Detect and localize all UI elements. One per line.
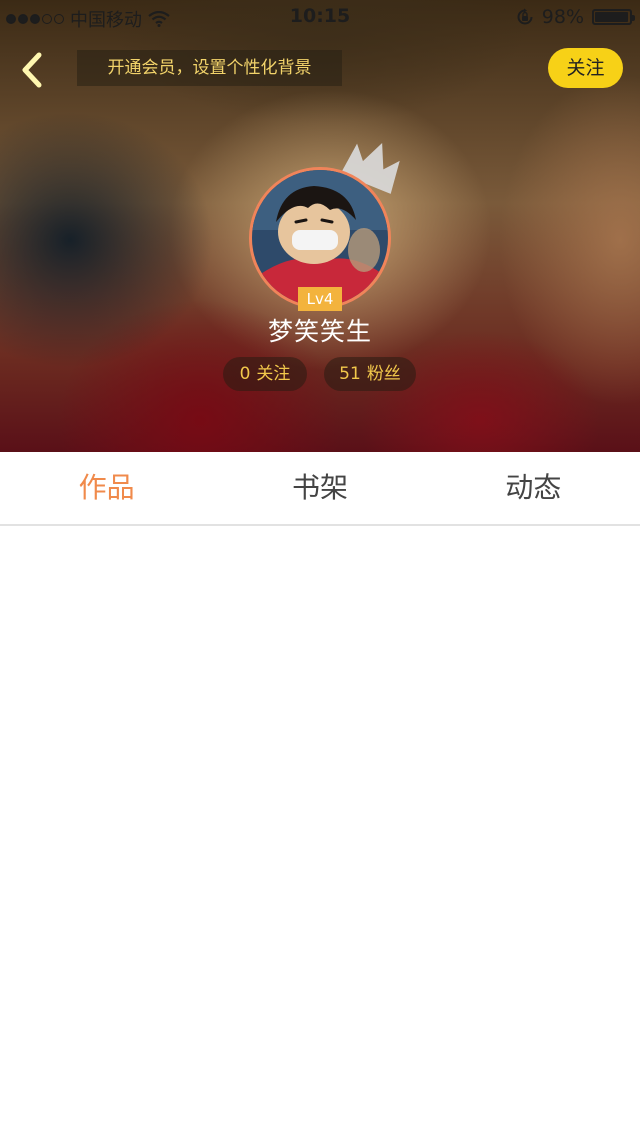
tab-bookshelf[interactable]: 书架 bbox=[213, 452, 426, 524]
following-count: 0 bbox=[239, 364, 251, 384]
avatar-image bbox=[252, 170, 388, 306]
following-label: 关注 bbox=[256, 364, 291, 384]
profile-header: 中国移动 10:15 98% 开通会员，设置个性化背景 关注 Lv4 梦笑笑生 … bbox=[0, 0, 640, 452]
chevron-left-icon bbox=[22, 52, 42, 88]
fans-count-pill[interactable]: 51 粉丝 bbox=[324, 357, 416, 391]
battery-percent: 98% bbox=[541, 6, 584, 28]
fans-count: 51 bbox=[339, 364, 361, 384]
profile-tabs: 作品 书架 动态 bbox=[0, 452, 640, 526]
back-button[interactable] bbox=[12, 48, 52, 92]
follow-button[interactable]: 关注 bbox=[548, 48, 623, 88]
tab-content-area bbox=[0, 526, 640, 1139]
following-count-pill[interactable]: 0 关注 bbox=[223, 357, 307, 391]
tab-works[interactable]: 作品 bbox=[0, 452, 213, 524]
battery-icon bbox=[592, 9, 635, 25]
fans-label: 粉丝 bbox=[366, 364, 401, 384]
status-right: 98% bbox=[516, 6, 635, 28]
profile-screen: 中国移动 10:15 98% 开通会员，设置个性化背景 关注 Lv4 梦笑笑生 … bbox=[0, 0, 640, 1139]
vip-background-banner[interactable]: 开通会员，设置个性化背景 bbox=[77, 50, 342, 86]
username: 梦笑笑生 bbox=[267, 317, 372, 346]
level-badge: Lv4 bbox=[298, 287, 342, 311]
battery-fill bbox=[595, 12, 629, 22]
rotation-lock-icon bbox=[517, 8, 533, 25]
status-bar: 中国移动 10:15 98% bbox=[0, 0, 640, 36]
tab-activity[interactable]: 动态 bbox=[427, 452, 640, 524]
